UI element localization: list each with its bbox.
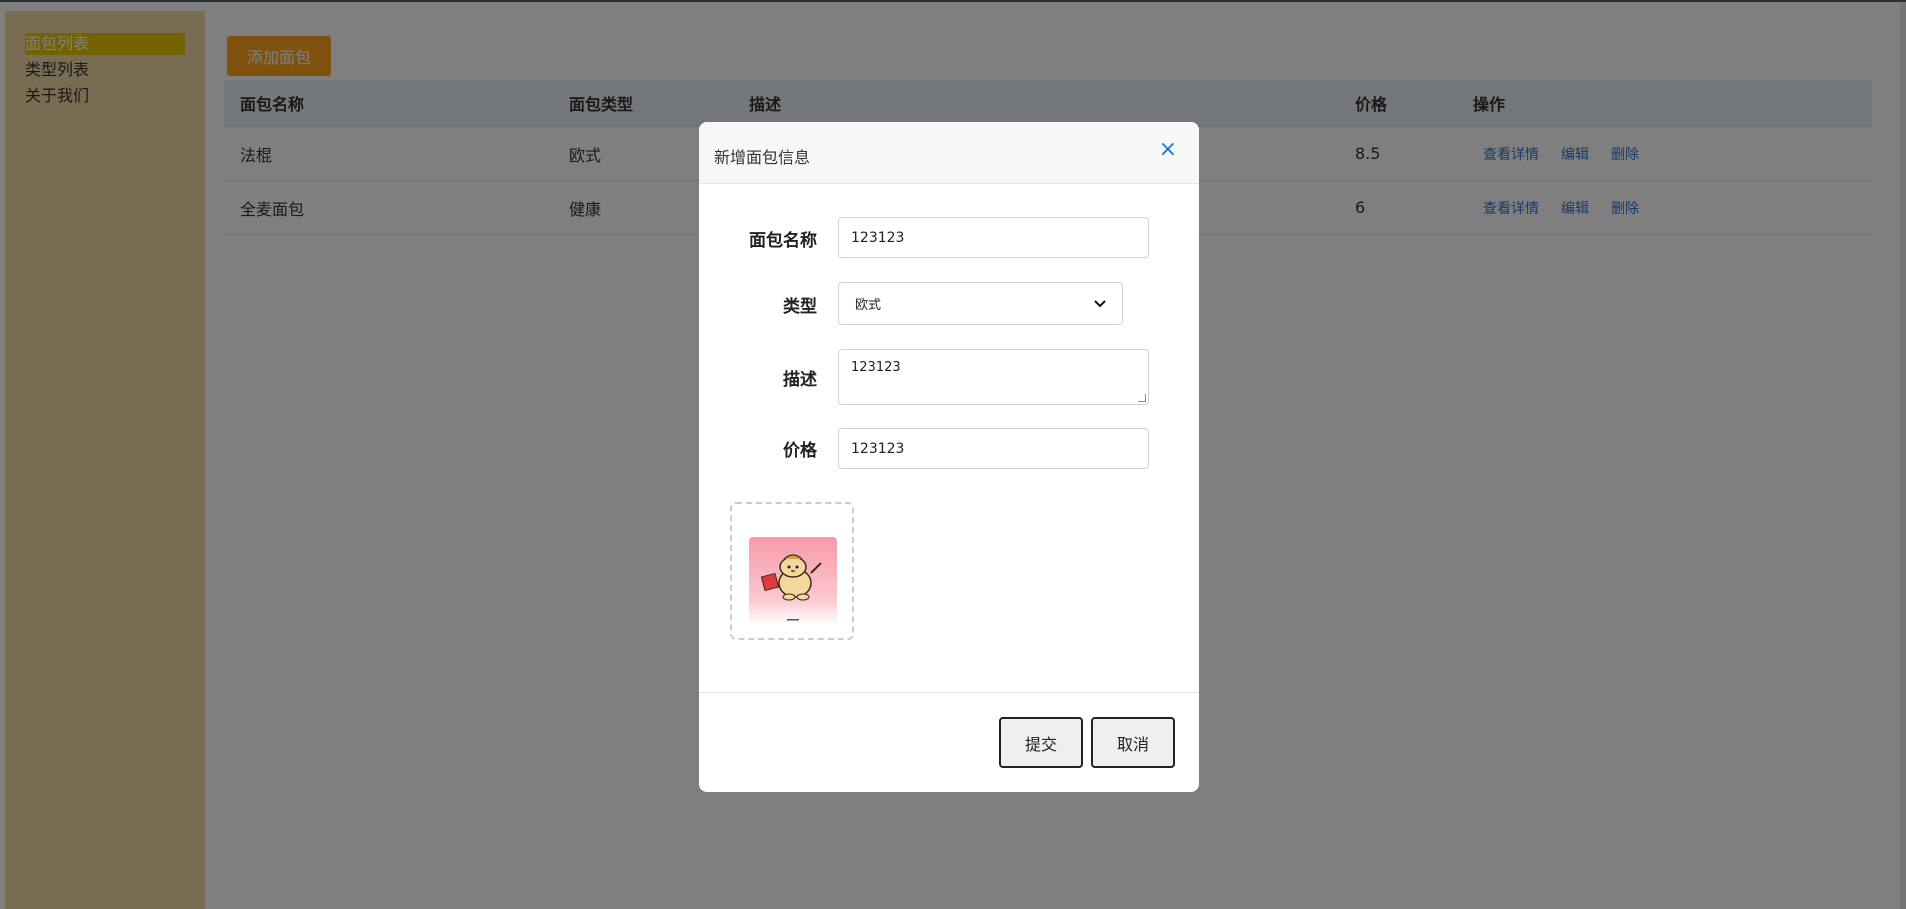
dialog-title: 新增面包信息 — [714, 148, 811, 167]
description-value: 123123 — [851, 360, 901, 375]
resize-grip-icon[interactable] — [1138, 394, 1146, 402]
chevron-down-icon — [1094, 299, 1106, 307]
dialog-footer: 提交 取消 — [699, 692, 1199, 792]
type-select-value: 欧式 — [855, 298, 882, 313]
cancel-button[interactable]: 取消 — [1091, 717, 1175, 768]
close-icon[interactable]: × — [1159, 139, 1177, 161]
bear-illustration-icon — [760, 554, 822, 621]
add-bread-dialog: 新增面包信息 × 面包名称 123123 类型 欧式 描述 123123 价格 … — [699, 122, 1199, 792]
bread-name-input[interactable]: 123123 — [838, 217, 1149, 258]
description-label: 描述 — [783, 370, 817, 390]
image-upload-box[interactable] — [730, 502, 854, 640]
price-label: 价格 — [783, 441, 817, 461]
type-label: 类型 — [783, 297, 817, 317]
submit-button[interactable]: 提交 — [999, 717, 1083, 768]
price-input[interactable]: 123123 — [838, 428, 1149, 469]
bread-name-label: 面包名称 — [749, 231, 817, 251]
uploaded-image-thumbnail — [749, 537, 837, 625]
dialog-header: 新增面包信息 × — [699, 122, 1199, 184]
description-textarea[interactable]: 123123 — [838, 349, 1149, 405]
type-select[interactable]: 欧式 — [838, 282, 1123, 325]
